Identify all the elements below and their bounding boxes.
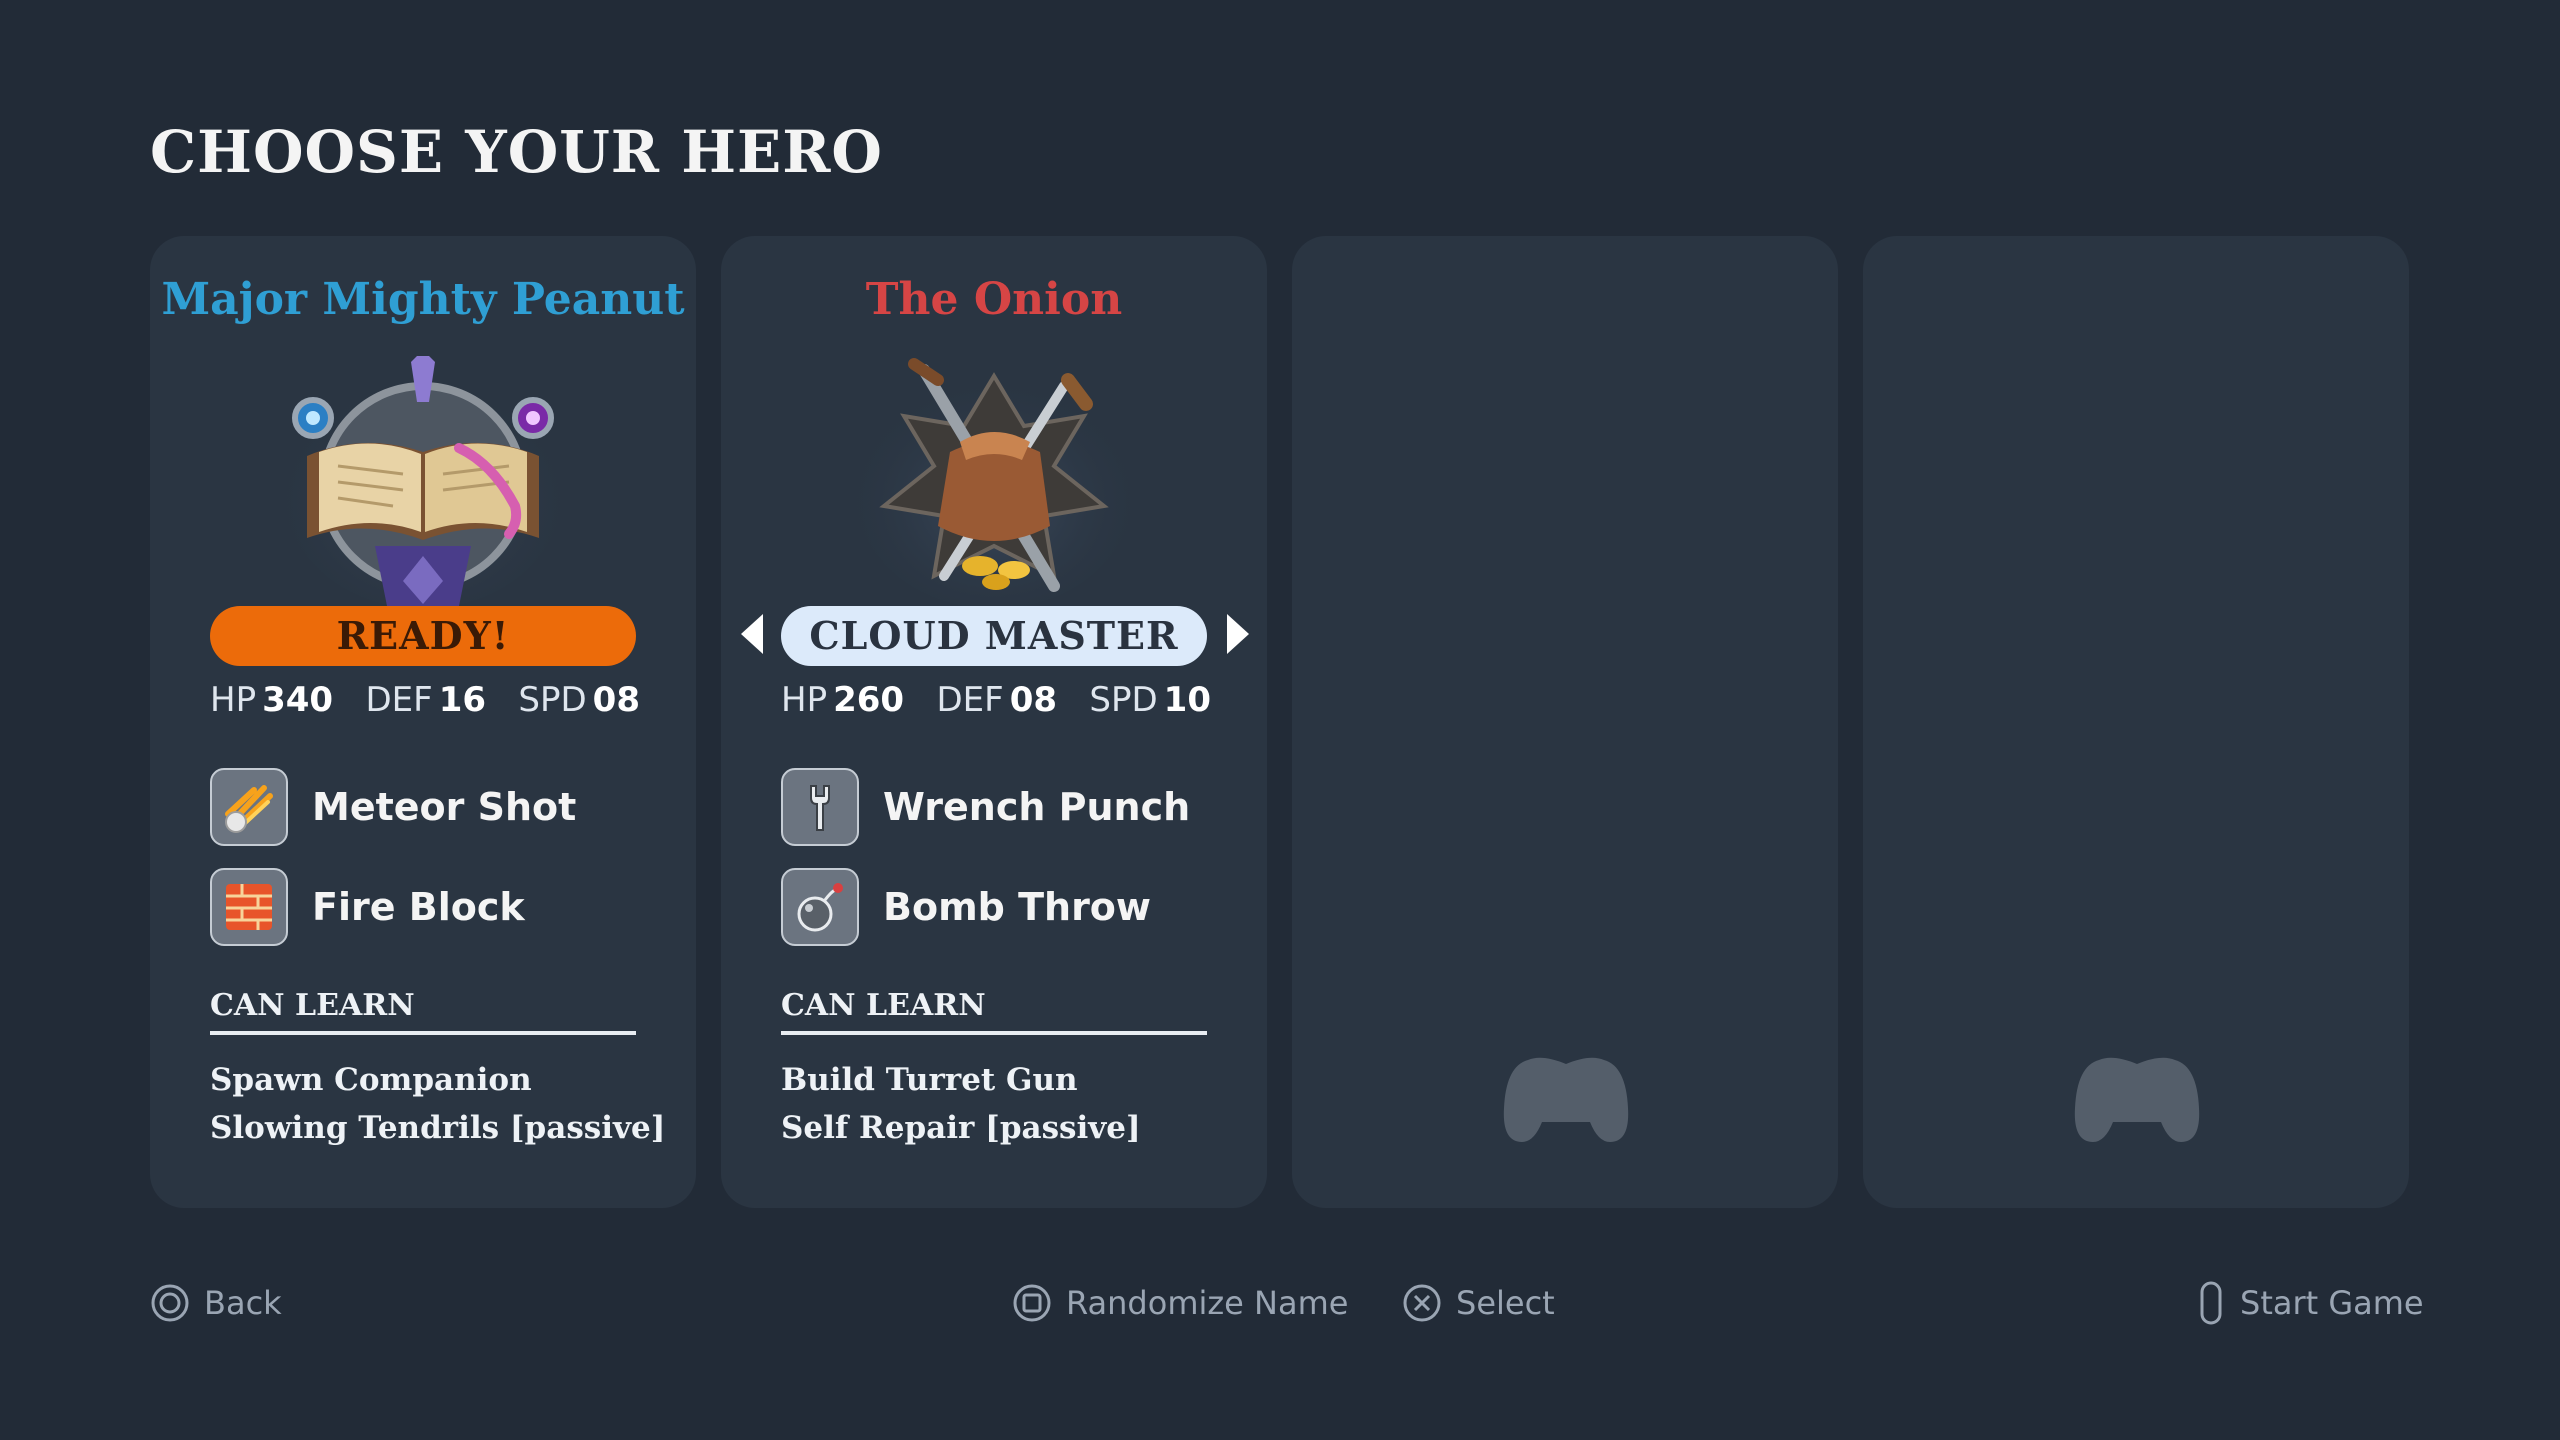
start-game-prompt[interactable]: Start Game bbox=[2196, 1280, 2424, 1326]
back-prompt[interactable]: Back bbox=[150, 1280, 282, 1326]
can-learn-heading: CAN LEARN bbox=[781, 988, 1207, 1035]
spd-stat: SPD 08 bbox=[518, 680, 640, 720]
gamepad-icon bbox=[2074, 1057, 2200, 1142]
loot-bag-emblem-icon bbox=[854, 356, 1134, 606]
learnable-skill: Build Turret Gun bbox=[781, 1062, 1078, 1098]
hero-name: Major Mighty Peanut bbox=[161, 274, 685, 325]
empty-player-slot-3[interactable] bbox=[1292, 236, 1838, 1208]
bomb-icon bbox=[781, 868, 859, 946]
ability-bomb-throw: Bomb Throw bbox=[781, 866, 1151, 948]
wrench-icon bbox=[781, 768, 859, 846]
ability-fire-block: Fire Block bbox=[210, 866, 525, 948]
empty-player-slot-4[interactable] bbox=[1863, 236, 2409, 1208]
spellbook-emblem-icon bbox=[283, 356, 563, 606]
def-stat: DEF 16 bbox=[365, 680, 487, 720]
class-next-arrow[interactable] bbox=[1227, 614, 1249, 654]
learnable-skill: Self Repair [passive] bbox=[781, 1110, 1141, 1146]
def-stat: DEF 08 bbox=[936, 680, 1058, 720]
ready-banner: READY! bbox=[210, 606, 636, 666]
fire-wall-icon bbox=[210, 868, 288, 946]
square-button-icon bbox=[1013, 1284, 1051, 1322]
hero-card-2[interactable]: The Onion CLOUD MASTER HP 260 DEF 08 SPD 10 bbox=[721, 236, 1267, 1208]
learnable-skill: Slowing Tendrils [passive] bbox=[210, 1110, 666, 1146]
hero-name: The Onion bbox=[865, 274, 1123, 325]
randomize-name-prompt[interactable]: Randomize Name bbox=[1012, 1280, 1348, 1326]
page-title: CHOOSE YOUR HERO bbox=[150, 118, 883, 186]
meteor-icon bbox=[210, 768, 288, 846]
ability-meteor-shot: Meteor Shot bbox=[210, 766, 576, 848]
gamepad-icon bbox=[1503, 1057, 1629, 1142]
ability-wrench-punch: Wrench Punch bbox=[781, 766, 1190, 848]
cross-button-icon bbox=[1403, 1284, 1441, 1322]
can-learn-heading: CAN LEARN bbox=[210, 988, 636, 1035]
class-prev-arrow[interactable] bbox=[741, 614, 763, 654]
hp-stat: HP 340 bbox=[210, 680, 334, 720]
learnable-skill: Spawn Companion bbox=[210, 1062, 532, 1098]
select-prompt[interactable]: Select bbox=[1402, 1280, 1555, 1326]
spd-stat: SPD 10 bbox=[1089, 680, 1211, 720]
class-selector[interactable]: CLOUD MASTER bbox=[781, 606, 1207, 666]
hero-stats: HP 260 DEF 08 SPD 10 bbox=[781, 680, 1211, 730]
hero-stats: HP 340 DEF 16 SPD 08 bbox=[210, 680, 640, 730]
hero-card-1[interactable]: Major Mighty Peanut READY! HP 340 DEF 16… bbox=[150, 236, 696, 1208]
options-button-icon bbox=[2200, 1281, 2222, 1325]
hp-stat: HP 260 bbox=[781, 680, 905, 720]
circle-button-icon bbox=[151, 1284, 189, 1322]
